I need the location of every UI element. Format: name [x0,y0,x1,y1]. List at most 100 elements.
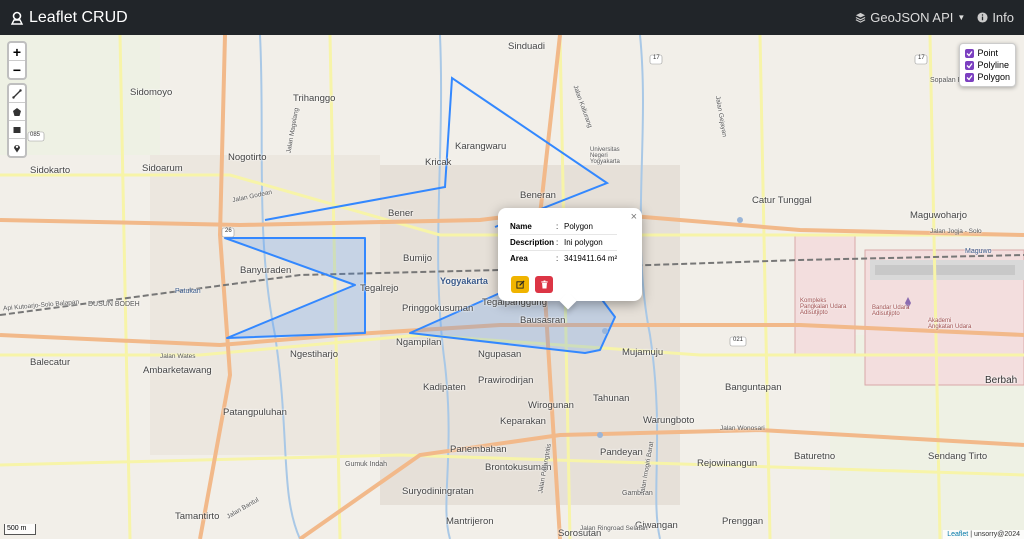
attribution-author: unsorry@2024 [973,531,1020,538]
place-label: Ngupasan [478,349,522,360]
place-label: Patangpuluhan [223,407,287,418]
place-label: Panembahan [450,444,507,455]
place-label: Yogyakarta [440,276,488,286]
road-badge: 17 [653,55,660,61]
place-label: Warungboto [643,415,695,426]
road-badge: 085 [30,132,41,138]
draw-polygon-button[interactable] [9,103,25,121]
place-label: Akademi Angkatan Udara [928,318,972,330]
place-label: Trihanggo [293,93,336,104]
marker-icon [14,144,20,152]
place-label: Maguwo [965,248,992,255]
popup-value: Polygon [564,219,618,235]
place-label: Nogotirto [228,152,267,163]
place-label: Kompleks Pangkalan Udara Adisutjipto [800,298,847,316]
place-label: Bausasran [520,315,566,326]
place-label: Gumuk Indah [345,461,388,468]
layer-label: Polygon [977,72,1010,82]
draw-marker-button[interactable] [9,139,25,156]
scale-bar: 500 m [4,524,36,535]
popup-value: Ini polygon [564,234,618,251]
place-label: Gambiran [622,490,653,497]
place-label: Baturetno [794,451,836,462]
place-label: Pringgokusuman [402,303,474,314]
zoom-out-button[interactable]: − [9,61,25,78]
place-label: Beneran [520,190,556,201]
place-label: Tamantirto [175,511,220,522]
place-label: Tahunan [593,393,630,404]
draw-toolbar [7,83,27,158]
brand[interactable]: Leaflet CRUD [10,9,128,27]
layer-label: Polyline [977,60,1009,70]
feature-popup: × Name : Polygon Description : Ini polyg… [498,208,642,301]
place-label: Kricak [425,157,452,168]
place-label: Sidoarum [142,163,183,174]
edit-icon [515,280,525,289]
place-label: Sendang Tirto [928,451,988,462]
place-label: Pandeyan [600,447,643,458]
road-label: Jalan Wonosari [720,425,765,432]
edit-button[interactable] [511,276,529,293]
place-label: Rejowinangun [697,458,758,469]
draw-polyline-button[interactable] [9,85,25,103]
geojson-api-dropdown[interactable]: GeoJSON API ▼ [855,10,965,25]
delete-button[interactable] [535,276,553,293]
info-icon [977,12,988,23]
place-label: DUSUN BODEH [88,301,140,308]
polygon-icon [13,107,21,116]
layer-point[interactable]: Point [965,47,1010,59]
road-badge: 17 [918,55,925,61]
place-label: Bandar Udara Adisutjipto [872,305,910,317]
polyline-icon [12,88,22,99]
place-label: Balecatur [30,357,71,368]
geojson-api-label: GeoJSON API [870,10,954,25]
popup-value: 3419411.64 m² [564,254,618,263]
layer-polygon[interactable]: Polygon [965,71,1010,83]
popup-colon: : [556,254,559,263]
info-link[interactable]: Info [977,10,1014,25]
navbar: Leaflet CRUD GeoJSON API ▼ Info [0,0,1024,35]
place-label: Mujamuju [622,347,664,358]
popup-row: Name : Polygon [510,219,618,235]
place-label: Prawirodirjan [478,375,534,386]
place-label: Ambarketawang [143,365,212,376]
trash-icon [540,280,548,289]
popup-colon: : [556,234,564,251]
place-label: Sinduadi [508,41,545,52]
checkbox-icon[interactable] [965,48,975,58]
place-label: Bumijo [403,253,433,264]
draw-rectangle-button[interactable] [9,121,25,139]
zoom-in-button[interactable]: + [9,43,25,61]
attribution: Leaflet | unsorry@2024 [943,530,1024,539]
place-label: Wirogunan [528,400,574,411]
place-label: Patukan [175,288,201,295]
place-label: Ngampilan [396,337,442,348]
place-label: Sidokarto [30,165,71,176]
info-label: Info [992,10,1014,25]
brand-title: Leaflet CRUD [29,8,128,26]
layer-label: Point [977,48,998,58]
place-label: Maguwoharjo [910,210,968,221]
popup-colon: : [556,219,564,235]
road-badge: 021 [733,337,744,343]
popup-key: Area [510,254,528,263]
place-label: Sidomoyo [130,87,173,98]
attribution-leaflet-link[interactable]: Leaflet [947,531,968,538]
checkbox-icon[interactable] [965,60,975,70]
popup-key: Name [510,219,556,235]
popup-key: Description [510,234,556,251]
place-label: Banguntapan [725,382,782,393]
popup-row: Description : Ini polygon [510,234,618,251]
place-label: Prenggan [722,516,764,527]
close-icon[interactable]: × [631,211,637,223]
road-badge: 26 [225,228,232,234]
layer-polyline[interactable]: Polyline [965,59,1010,71]
place-label: Keparakan [500,416,546,427]
chevron-down-icon: ▼ [957,13,966,22]
road-label: Jalan Jogja - Solo [930,228,982,235]
place-label: Universitas Negeri Yogyakarta [590,147,620,165]
place-label: Catur Tunggal [752,195,812,206]
road-label: Jalan Ringroad Selatan [580,525,648,532]
checkbox-icon[interactable] [965,72,975,82]
road-label: Jalan Wates [160,353,196,360]
